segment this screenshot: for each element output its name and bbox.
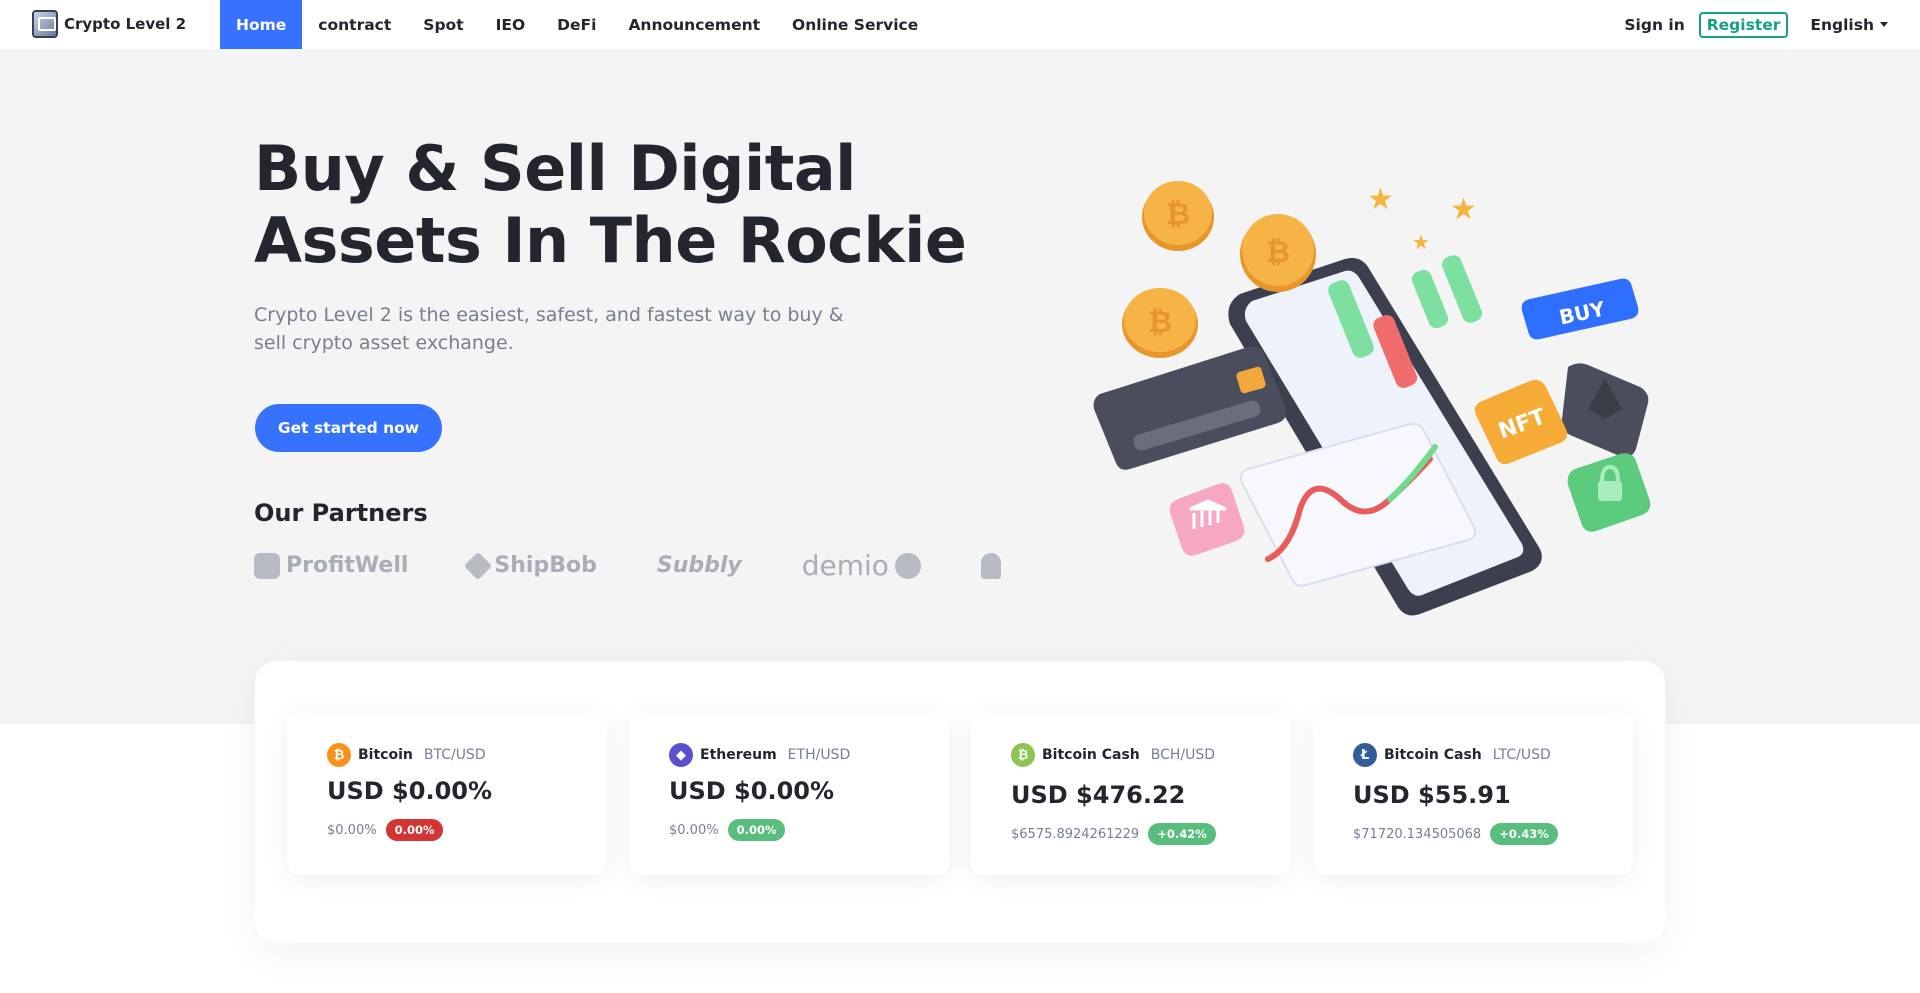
- coin-pair: BCH/USD: [1150, 747, 1216, 763]
- chevron-down-icon: [1880, 22, 1888, 27]
- language-label: English: [1810, 15, 1874, 34]
- coin-pair: BTC/USD: [423, 747, 486, 763]
- nav-right: Sign in Register English: [1624, 0, 1888, 49]
- coin-name: Bitcoin Cash: [1384, 747, 1482, 763]
- crypto-level-logo-icon: [32, 10, 58, 38]
- nav-item-defi[interactable]: DeFi: [541, 0, 612, 49]
- partner-logo-partial: [980, 552, 1001, 579]
- demio-icon: [894, 552, 921, 579]
- hero-section: Buy & Sell Digital Assets In The Rockie …: [0, 49, 1920, 724]
- change-badge: +0.42%: [1148, 823, 1216, 845]
- register-button[interactable]: Register: [1698, 11, 1789, 38]
- change-badge: 0.00%: [385, 819, 444, 841]
- nav-item-online-service[interactable]: Online Service: [776, 0, 934, 49]
- partner-name: Subbly: [656, 553, 742, 578]
- nav-item-spot[interactable]: Spot: [407, 0, 479, 49]
- coin-sub-price: $0.00%: [669, 822, 719, 838]
- partner-name: demio: [801, 549, 889, 582]
- ticker-header: ₿ Bitcoin Cash BCH/USD: [1011, 743, 1215, 767]
- partner-logo-demio: demio: [802, 549, 921, 582]
- partner-name: ProfitWell: [286, 553, 409, 578]
- coin-sub-price: $6575.8924261229: [1011, 826, 1140, 842]
- coin-price: USD $55.91: [1353, 781, 1511, 809]
- star-icons: ★ ★ ★: [1367, 182, 1477, 254]
- coin-price: USD $0.00%: [327, 777, 493, 805]
- nft-tile-illustration: NFT: [1474, 379, 1568, 465]
- ticker-card-btc[interactable]: ₿ Bitcoin BTC/USD USD $0.00% $0.00% 0.00…: [287, 713, 607, 875]
- lock-tile-illustration: [1567, 453, 1651, 532]
- ticker-footer: $0.00% 0.00%: [327, 819, 444, 841]
- ethereum-tile-illustration: [1561, 363, 1649, 458]
- hero-illustration: ₿ ₿ ₿ ★ ★ ★ BUY NFT: [1093, 181, 1651, 616]
- credit-card-illustration: [1093, 346, 1287, 470]
- coin-pair: ETH/USD: [787, 747, 851, 763]
- brand[interactable]: Crypto Level 2: [32, 10, 186, 38]
- bitcoin-cash-icon: ₿: [1011, 743, 1035, 767]
- partners-logos: ProfitWell ShipBob Subbly demio: [254, 549, 1001, 582]
- buy-tag-illustration: BUY: [1521, 278, 1639, 340]
- ticker-header: ◆ Ethereum ETH/USD: [669, 743, 850, 767]
- ticker-header: Ł Bitcoin Cash LTC/USD: [1353, 743, 1551, 767]
- coin-name: Bitcoin: [358, 747, 413, 763]
- profitwell-icon: [254, 552, 280, 579]
- coin-name: Bitcoin Cash: [1042, 747, 1140, 763]
- coin-sub-price: $0.00%: [327, 822, 377, 838]
- hero-subtitle: Crypto Level 2 is the easiest, safest, a…: [254, 304, 844, 354]
- svg-text:★: ★: [1367, 182, 1394, 217]
- nav-item-ieo[interactable]: IEO: [480, 0, 542, 49]
- partner-logo-profitwell: ProfitWell: [254, 552, 409, 579]
- svg-text:₿: ₿: [1266, 235, 1290, 270]
- coin-pair: LTC/USD: [1492, 747, 1551, 763]
- change-badge: +0.43%: [1490, 823, 1558, 845]
- coin-price: USD $0.00%: [669, 777, 835, 805]
- top-navbar: Crypto Level 2 Home contract Spot IEO De…: [0, 0, 1920, 49]
- shipbob-icon: [464, 551, 493, 580]
- bitcoin-icon: ₿: [327, 743, 351, 767]
- market-ticker-panel: ₿ Bitcoin BTC/USD USD $0.00% $0.00% 0.00…: [255, 661, 1665, 943]
- ticker-header: ₿ Bitcoin BTC/USD: [327, 743, 486, 767]
- brand-name: Crypto Level 2: [64, 15, 187, 33]
- ticker-footer: $0.00% 0.00%: [669, 819, 786, 841]
- nav-item-contract[interactable]: contract: [302, 0, 407, 49]
- svg-text:★: ★: [1450, 192, 1477, 227]
- ticker-card-eth[interactable]: ◆ Ethereum ETH/USD USD $0.00% $0.00% 0.0…: [629, 713, 949, 875]
- litecoin-icon: Ł: [1353, 743, 1377, 767]
- language-dropdown[interactable]: English: [1810, 16, 1888, 34]
- ticker-card-ltc[interactable]: Ł Bitcoin Cash LTC/USD USD $55.91 $71720…: [1313, 713, 1633, 875]
- nav-item-announcement[interactable]: Announcement: [612, 0, 776, 49]
- bank-tile-illustration: [1169, 483, 1245, 556]
- hero-title-line-2: Assets In The Rockie: [254, 204, 967, 277]
- sign-in-link[interactable]: Sign in: [1624, 16, 1684, 34]
- get-started-button[interactable]: Get started now: [255, 404, 442, 452]
- partner-logo-shipbob: ShipBob: [464, 551, 597, 580]
- svg-text:★: ★: [1412, 230, 1430, 254]
- ticker-footer: $71720.134505068 +0.43%: [1353, 823, 1558, 845]
- hero-title-line-1: Buy & Sell Digital: [254, 132, 856, 205]
- hero-title: Buy & Sell Digital Assets In The Rockie: [254, 133, 974, 277]
- nav-item-home[interactable]: Home: [220, 0, 303, 49]
- svg-text:₿: ₿: [1166, 197, 1190, 232]
- partner-name: ShipBob: [494, 553, 597, 578]
- nav-links: Home contract Spot IEO DeFi Announcement…: [220, 0, 934, 49]
- partner-logo-subbly: Subbly: [657, 553, 742, 578]
- partners-title: Our Partners: [254, 499, 428, 527]
- ticker-footer: $6575.8924261229 +0.42%: [1011, 823, 1216, 845]
- coin-sub-price: $71720.134505068: [1353, 826, 1482, 842]
- coin-name: Ethereum: [700, 747, 777, 763]
- partner-icon: [980, 552, 1001, 579]
- coin-price: USD $476.22: [1011, 781, 1186, 809]
- svg-text:₿: ₿: [1148, 305, 1172, 340]
- ethereum-icon: ◆: [669, 743, 693, 767]
- change-badge: 0.00%: [727, 819, 786, 841]
- ticker-card-bch[interactable]: ₿ Bitcoin Cash BCH/USD USD $476.22 $6575…: [971, 713, 1291, 875]
